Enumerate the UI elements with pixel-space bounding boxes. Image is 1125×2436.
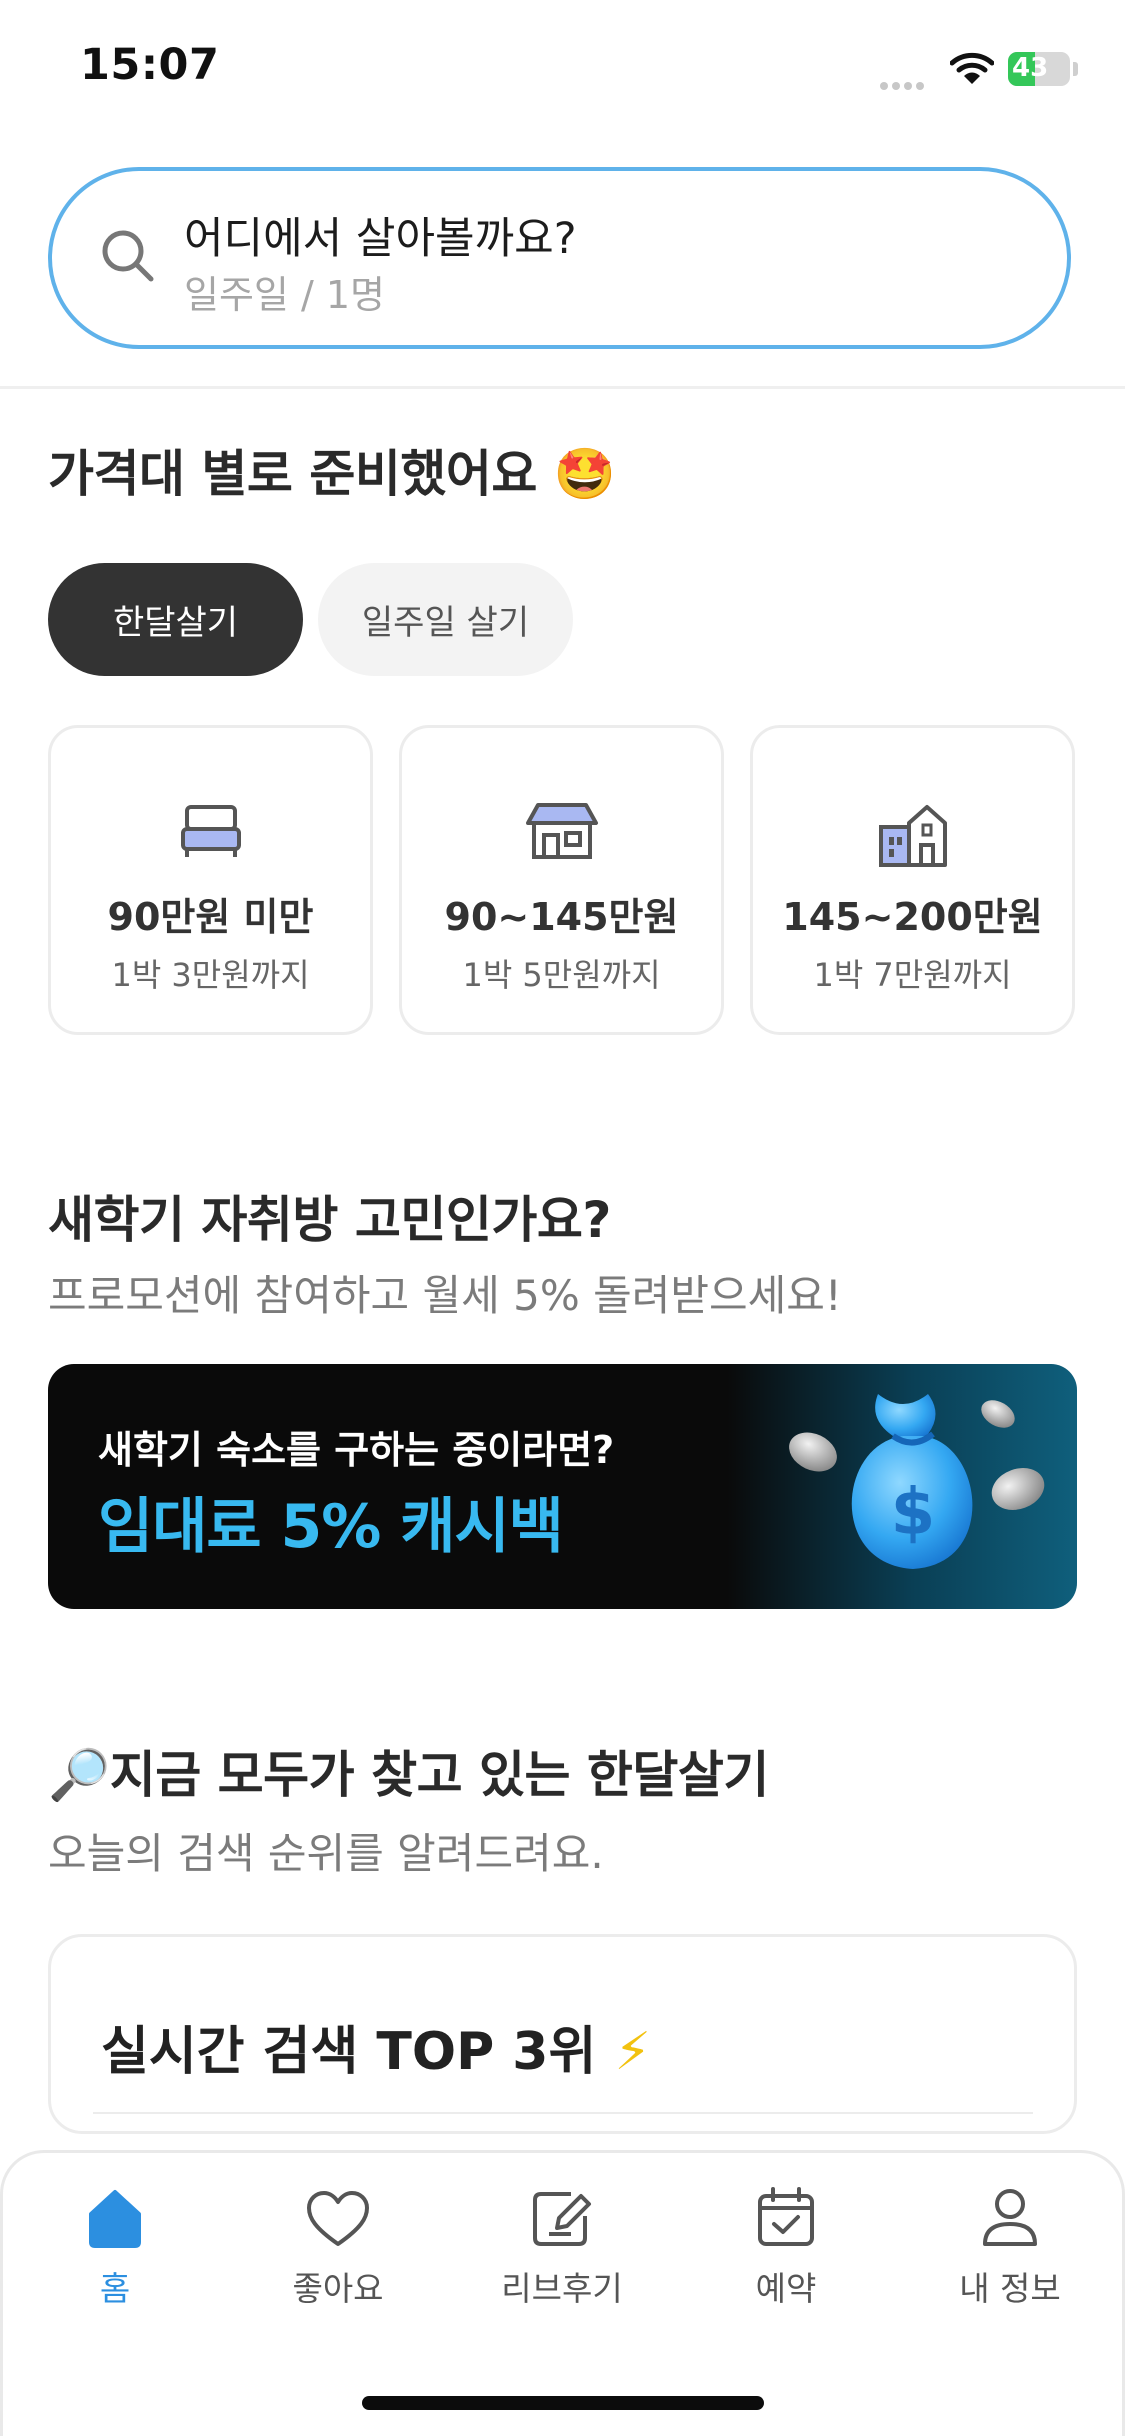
price-card-under-90[interactable]: 90만원 미만 1박 3만원까지 [48,725,373,1035]
tab-monthly[interactable]: 한달살기 [48,563,303,676]
trending-heading-text: 지금 모두가 찾고 있는 한달살기 [109,1746,770,1804]
star-struck-emoji: 🤩 [553,445,616,503]
price-card-title: 145~200만원 [782,895,1043,939]
nav-home[interactable]: 홈 [15,2180,215,2310]
battery-icon: 43 [1008,52,1070,86]
price-card-subtitle: 1박 7만원까지 [813,956,1012,994]
search-subtitle[interactable]: 일주일 / 1명 [184,264,385,319]
building-icon [877,801,949,873]
banner-line1: 새학기 숙소를 구하는 중이라면? [98,1428,615,1472]
bed-icon [179,801,243,865]
top3-title-text: 실시간 검색 TOP 3위 [101,2022,597,2082]
price-card-title: 90~145만원 [444,895,679,939]
signal-dots-icon [880,75,928,94]
tab-weekly[interactable]: 일주일 살기 [318,563,573,676]
home-icon [15,2180,215,2248]
promo-subheading: 프로모션에 참여하고 월세 5% 돌려받으세요! [48,1271,842,1320]
banner-line2: 임대료 5% 캐시백 [98,1492,564,1562]
heart-icon [238,2180,438,2248]
search-icon [100,228,156,288]
nav-booking[interactable]: 예약 [686,2180,886,2310]
lightning-emoji: ⚡ [614,2022,651,2082]
price-card-90-145[interactable]: 90~145만원 1박 5만원까지 [399,725,724,1035]
search-title[interactable]: 어디에서 살아볼까요? [184,204,577,266]
magnifier-emoji: 🔎 [48,1746,110,1804]
wifi-icon [949,52,995,90]
house-icon [524,801,600,865]
price-card-subtitle: 1박 3만원까지 [111,956,310,994]
top3-card[interactable]: 실시간 검색 TOP 3위 ⚡ [48,1934,1077,2134]
nav-reviews-label: 리브후기 [501,2269,623,2308]
top3-divider [93,2112,1033,2114]
divider [0,386,1125,389]
nav-reviews[interactable]: 리브후기 [462,2180,662,2310]
nav-booking-label: 예약 [755,2269,817,2308]
svg-text:$: $ [891,1476,936,1550]
home-indicator [362,2396,764,2410]
nav-profile[interactable]: 내 정보 [910,2180,1110,2310]
status-time: 15:07 [80,40,220,90]
promo-heading: 새학기 자취방 고민인가요? [48,1191,611,1249]
money-bag-icon: $ [728,1364,1077,1609]
cashback-banner[interactable]: 새학기 숙소를 구하는 중이라면? 임대료 5% 캐시백 $ [48,1364,1077,1609]
review-icon [462,2180,662,2248]
price-card-subtitle: 1박 5만원까지 [462,956,661,994]
price-card-145-200[interactable]: 145~200만원 1박 7만원까지 [750,725,1075,1035]
price-heading-text: 가격대 별로 준비했어요 [48,445,537,503]
battery-level: 43 [1012,53,1049,83]
nav-profile-label: 내 정보 [959,2269,1061,2308]
top3-title: 실시간 검색 TOP 3위 ⚡ [101,2009,651,2084]
price-card-title: 90만원 미만 [107,895,314,939]
nav-likes[interactable]: 좋아요 [238,2180,438,2310]
nav-likes-label: 좋아요 [292,2269,384,2308]
profile-icon [910,2180,1110,2248]
trending-subheading: 오늘의 검색 순위를 알려드려요. [48,1829,604,1878]
calendar-icon [686,2180,886,2248]
nav-home-label: 홈 [99,2269,131,2308]
battery-tip [1073,62,1078,76]
price-section-heading: 가격대 별로 준비했어요 🤩 [48,434,616,506]
trending-heading: 🔎지금 모두가 찾고 있는 한달살기 [48,1735,769,1807]
